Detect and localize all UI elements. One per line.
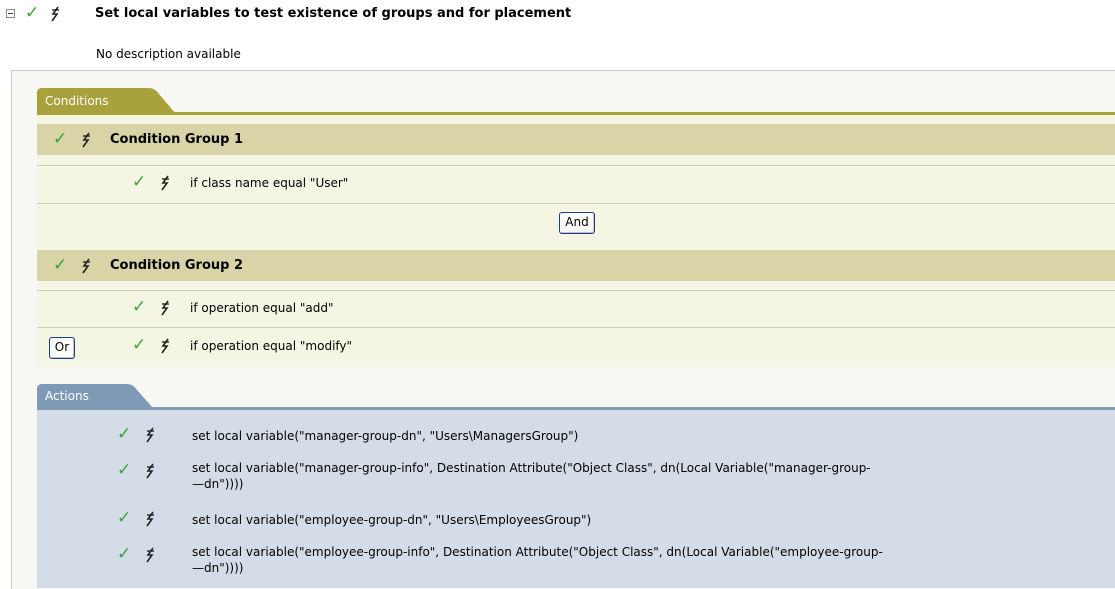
rule-title: Set local variables to test existence of… bbox=[95, 6, 572, 21]
condition-group-title: Condition Group 1 bbox=[110, 132, 244, 147]
action-text: set local variable("employee-group-dn", … bbox=[192, 513, 592, 527]
check-icon: ✓ bbox=[117, 424, 132, 444]
action-text: set local variable("manager-group-dn", "… bbox=[192, 429, 579, 443]
tab-actions[interactable]: Actions bbox=[37, 384, 157, 408]
action-row[interactable]: ✓ set local variable("manager-group-info… bbox=[37, 460, 1115, 494]
condition-row[interactable]: Or ✓ if operation equal "modify" bbox=[37, 327, 1115, 366]
check-icon: ✓ bbox=[132, 335, 147, 355]
action-text: set local variable("employee-group-info"… bbox=[192, 545, 883, 575]
condition-text: if operation equal "modify" bbox=[190, 339, 353, 353]
conditions-tab-label: Conditions bbox=[45, 94, 109, 108]
lightning-icon bbox=[161, 175, 169, 191]
lightning-icon bbox=[82, 258, 90, 274]
check-icon: ✓ bbox=[25, 3, 40, 23]
actions-tab-label: Actions bbox=[45, 389, 89, 403]
and-button[interactable]: And bbox=[559, 212, 595, 234]
check-icon: ✓ bbox=[117, 544, 132, 564]
rule-description: No description available bbox=[96, 47, 241, 61]
check-icon: ✓ bbox=[132, 172, 147, 192]
lightning-icon bbox=[146, 427, 154, 443]
condition-group-1-header[interactable]: ✓ Condition Group 1 bbox=[37, 124, 1115, 155]
condition-row[interactable]: ✓ if class name equal "User" bbox=[37, 165, 1115, 202]
lightning-icon bbox=[82, 132, 90, 148]
lightning-icon bbox=[161, 300, 169, 316]
action-row[interactable]: ✓ set local variable("employee-group-inf… bbox=[37, 544, 1115, 578]
collapse-icon[interactable] bbox=[6, 9, 15, 18]
tab-conditions[interactable]: Conditions bbox=[37, 88, 177, 113]
action-text: set local variable("manager-group-info",… bbox=[192, 461, 871, 491]
lightning-icon bbox=[146, 511, 154, 527]
lightning-icon bbox=[146, 547, 154, 563]
lightning-icon bbox=[146, 463, 154, 479]
check-icon: ✓ bbox=[117, 460, 132, 480]
condition-text: if operation equal "add" bbox=[190, 301, 334, 315]
and-row: And bbox=[37, 203, 1115, 241]
or-button[interactable]: Or bbox=[49, 337, 75, 359]
condition-group-2-header[interactable]: ✓ Condition Group 2 bbox=[37, 250, 1115, 281]
check-icon: ✓ bbox=[53, 129, 68, 149]
condition-text: if class name equal "User" bbox=[190, 176, 349, 190]
lightning-icon bbox=[51, 6, 59, 22]
condition-row[interactable]: ✓ if operation equal "add" bbox=[37, 290, 1115, 327]
check-icon: ✓ bbox=[117, 508, 132, 528]
lightning-icon bbox=[161, 338, 169, 354]
action-row[interactable]: ✓ set local variable("manager-group-dn",… bbox=[37, 424, 1115, 446]
condition-group-title: Condition Group 2 bbox=[110, 258, 244, 273]
rule-header: ✓ Set local variables to test existence … bbox=[0, 0, 1115, 30]
action-row[interactable]: ✓ set local variable("employee-group-dn"… bbox=[37, 508, 1115, 530]
check-icon: ✓ bbox=[132, 297, 147, 317]
check-icon: ✓ bbox=[53, 255, 68, 275]
